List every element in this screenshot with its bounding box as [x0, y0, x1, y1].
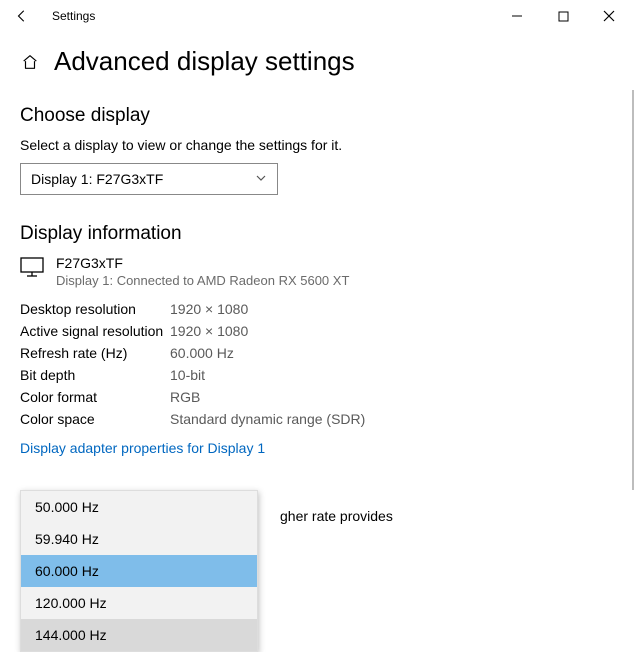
refresh-rate-option[interactable]: 60.000 Hz: [21, 555, 257, 587]
maximize-button[interactable]: [540, 0, 586, 32]
monitor-connection: Display 1: Connected to AMD Radeon RX 56…: [56, 273, 349, 288]
refresh-rate-desc-fragment: gher rate provides: [280, 508, 393, 524]
info-row: Color spaceStandard dynamic range (SDR): [20, 408, 365, 430]
monitor-name: F27G3xTF: [56, 255, 349, 271]
info-row: Active signal resolution1920 × 1080: [20, 320, 365, 342]
info-value: 1920 × 1080: [170, 298, 365, 320]
adapter-properties-link[interactable]: Display adapter properties for Display 1: [20, 440, 265, 456]
refresh-rate-option[interactable]: 59.940 Hz: [21, 523, 257, 555]
refresh-rate-option[interactable]: 120.000 Hz: [21, 587, 257, 619]
info-row: Refresh rate (Hz)60.000 Hz: [20, 342, 365, 364]
info-value: RGB: [170, 386, 365, 408]
choose-display-desc: Select a display to view or change the s…: [20, 137, 616, 153]
refresh-rate-dropdown[interactable]: 50.000 Hz59.940 Hz60.000 Hz120.000 Hz144…: [20, 490, 258, 652]
chevron-down-icon: [255, 172, 267, 187]
refresh-rate-option[interactable]: 50.000 Hz: [21, 491, 257, 523]
close-button[interactable]: [586, 0, 632, 32]
info-row: Desktop resolution1920 × 1080: [20, 298, 365, 320]
display-select[interactable]: Display 1: F27G3xTF: [20, 163, 278, 195]
page-title: Advanced display settings: [54, 46, 355, 77]
info-row: Color formatRGB: [20, 386, 365, 408]
info-key: Active signal resolution: [20, 320, 170, 342]
scrollbar[interactable]: [632, 90, 634, 490]
monitor-icon: [20, 257, 48, 282]
refresh-rate-option[interactable]: 144.000 Hz: [21, 619, 257, 651]
info-value: 60.000 Hz: [170, 342, 365, 364]
info-key: Desktop resolution: [20, 298, 170, 320]
display-select-value: Display 1: F27G3xTF: [31, 171, 163, 187]
display-info-heading: Display information: [20, 223, 616, 245]
info-key: Color format: [20, 386, 170, 408]
title-bar: Settings: [0, 0, 636, 32]
choose-display-heading: Choose display: [20, 105, 616, 127]
app-title: Settings: [52, 9, 95, 23]
info-row: Bit depth10-bit: [20, 364, 365, 386]
info-key: Refresh rate (Hz): [20, 342, 170, 364]
back-button[interactable]: [8, 0, 36, 32]
minimize-button[interactable]: [494, 0, 540, 32]
info-value: Standard dynamic range (SDR): [170, 408, 365, 430]
info-key: Color space: [20, 408, 170, 430]
display-info-table: Desktop resolution1920 × 1080Active sign…: [20, 298, 365, 430]
info-value: 1920 × 1080: [170, 320, 365, 342]
info-value: 10-bit: [170, 364, 365, 386]
info-key: Bit depth: [20, 364, 170, 386]
page-header: Advanced display settings: [20, 46, 616, 77]
monitor-summary: F27G3xTF Display 1: Connected to AMD Rad…: [20, 255, 616, 288]
home-icon[interactable]: [20, 53, 40, 71]
